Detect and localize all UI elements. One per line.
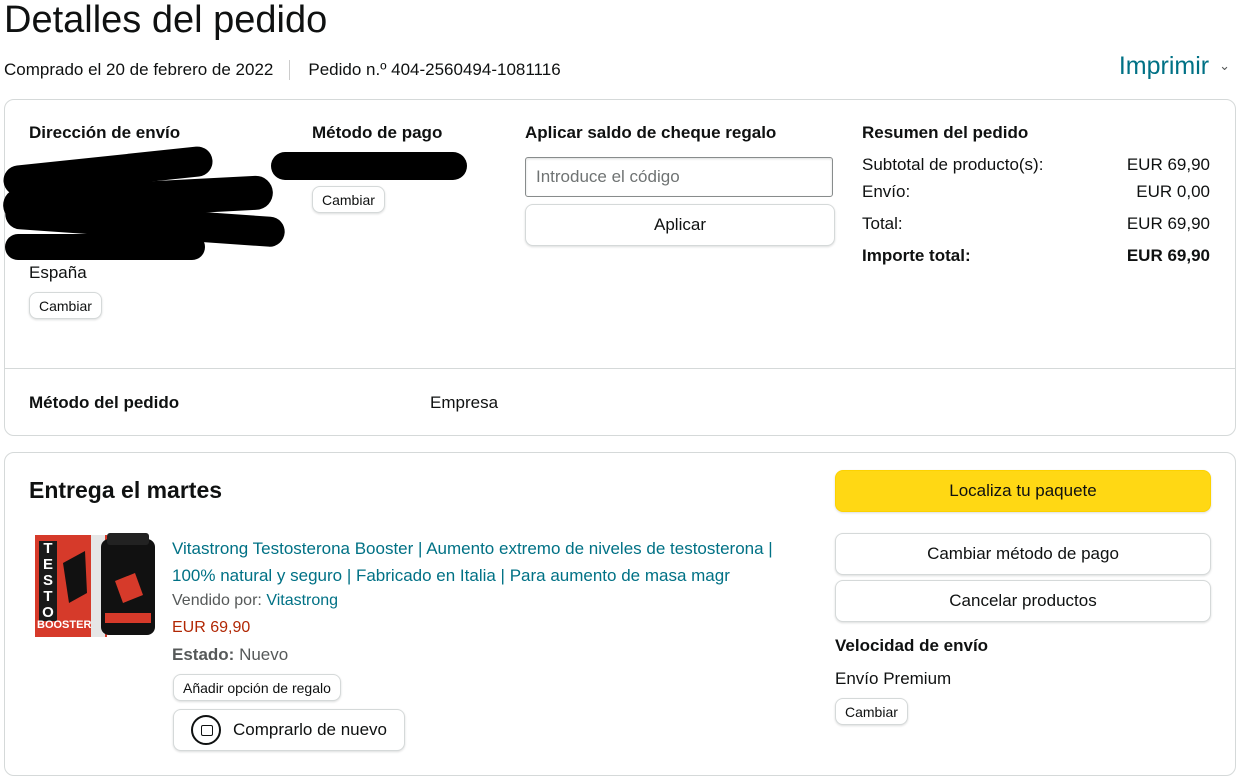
track-package-button[interactable]: Localiza tu paquete: [835, 470, 1211, 512]
payment-method-heading: Método de pago: [312, 123, 443, 142]
print-label[interactable]: Imprimir: [1119, 50, 1209, 82]
sold-by-label: Vendido por:: [172, 592, 262, 609]
buy-again-icon: [190, 715, 221, 745]
order-method-value: Empresa: [430, 393, 499, 412]
meta-divider: [289, 60, 291, 80]
delivery-card: Entrega el martes TESTO BOOSTER Vitastro…: [4, 452, 1236, 776]
summary-row: Total: EUR 69,90: [862, 213, 1210, 245]
gift-code-input[interactable]: Introduce el código: [525, 157, 833, 197]
delivery-heading: Entrega el martes: [29, 477, 223, 503]
summary-label: Total:: [862, 214, 903, 233]
summary-value: EUR 69,90: [1126, 214, 1210, 233]
order-summary-heading: Resumen del pedido: [862, 123, 1029, 142]
purchase-date: Comprado el 20 de febrero de 2022: [4, 60, 274, 79]
summary-grand-total: Importe total: EUR 69,90: [862, 245, 1210, 267]
redaction-mark: [5, 234, 205, 260]
order-meta: Comprado el 20 de febrero de 2022 Pedido…: [4, 58, 561, 82]
summary-row: Envío: EUR 0,00: [862, 181, 1210, 213]
page-title: Detalles del pedido: [4, 0, 328, 41]
gift-card-heading: Aplicar saldo de cheque regalo: [525, 123, 777, 142]
chevron-down-icon: ⌄: [1219, 58, 1230, 73]
product-title-link[interactable]: Vitastrong Testosterona Booster | Aument…: [172, 535, 802, 589]
product-image-label: TESTO: [42, 540, 54, 621]
shipping-speed-heading: Velocidad de envío: [835, 636, 989, 655]
buy-again-button[interactable]: Comprarlo de nuevo: [173, 709, 405, 751]
seller-link[interactable]: Vitastrong: [266, 592, 338, 609]
change-address-button[interactable]: Cambiar: [29, 292, 102, 319]
condition-value: Nuevo: [239, 645, 289, 664]
product-condition: Estado: Nuevo: [172, 644, 288, 666]
change-shipping-speed-button[interactable]: Cambiar: [835, 698, 908, 725]
buy-again-label: Comprarlo de nuevo: [232, 720, 388, 739]
change-payment-method-button[interactable]: Cambiar método de pago: [835, 533, 1211, 575]
summary-value: EUR 0,00: [1136, 182, 1210, 201]
order-details-card: Dirección de envío España Cambiar Método…: [2, 99, 1236, 436]
product-image-label: BOOSTER: [37, 619, 92, 631]
summary-label: Subtotal de producto(s):: [862, 155, 1044, 174]
summary-label: Envío:: [862, 182, 911, 201]
sold-by: Vendido por: Vitastrong: [172, 591, 338, 611]
shipping-address-heading: Dirección de envío: [29, 123, 181, 142]
change-payment-button[interactable]: Cambiar: [312, 186, 385, 213]
grand-total-value: EUR 69,90: [1126, 246, 1210, 265]
summary-value: EUR 69,90: [1126, 155, 1210, 174]
order-number: Pedido n.º 404-2560494-1081116: [308, 60, 561, 79]
section-divider: [5, 368, 1235, 369]
cancel-items-button[interactable]: Cancelar productos: [835, 580, 1211, 622]
shipping-country: España: [29, 263, 87, 282]
grand-total-label: Importe total:: [862, 246, 971, 265]
apply-gift-button[interactable]: Aplicar: [525, 204, 835, 246]
print-menu[interactable]: Imprimir ⌄: [1119, 50, 1230, 82]
add-gift-option-button[interactable]: Añadir opción de regalo: [173, 674, 341, 701]
redaction-mark: [271, 152, 467, 180]
order-method-label: Método del pedido: [29, 393, 180, 412]
condition-label: Estado:: [172, 645, 235, 664]
shipping-speed-value: Envío Premium: [835, 669, 952, 688]
summary-list: Subtotal de producto(s): EUR 69,90 Envío…: [862, 154, 1210, 267]
summary-row: Subtotal de producto(s): EUR 69,90: [862, 154, 1210, 181]
product-price: EUR 69,90: [172, 619, 251, 636]
product-image[interactable]: TESTO BOOSTER: [35, 533, 157, 639]
